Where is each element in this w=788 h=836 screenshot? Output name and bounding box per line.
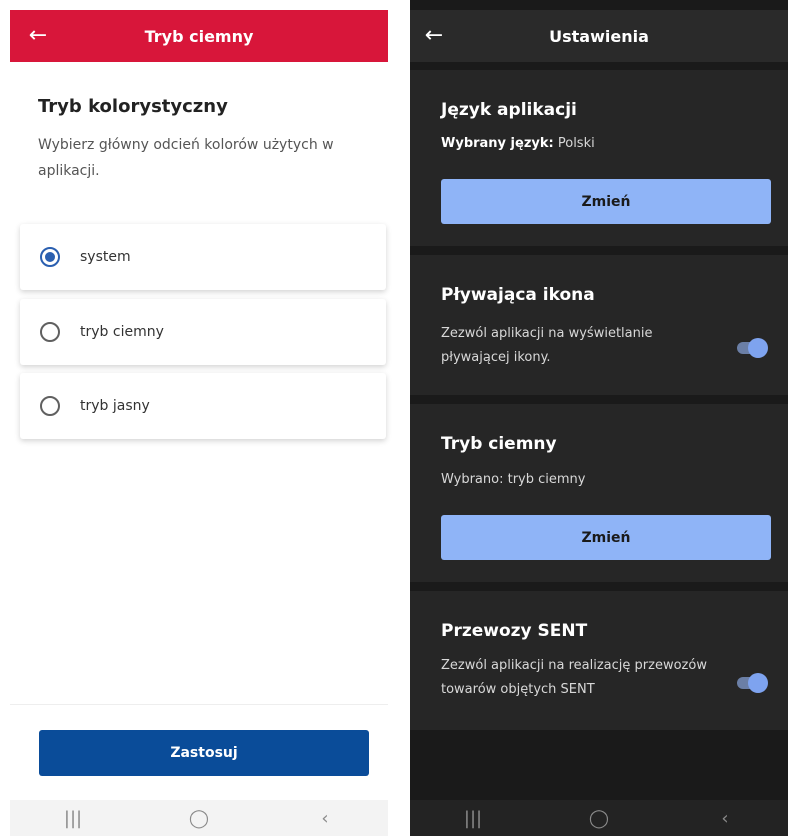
option-dark[interactable]: tryb ciemny (20, 299, 386, 365)
card-title: Przewozy SENT (441, 621, 588, 641)
apply-button[interactable]: Zastosuj (39, 730, 369, 776)
dark-mode-screen: ← Tryb ciemny Tryb kolorystyczny Wybierz… (0, 0, 400, 836)
floating-icon-toggle[interactable] (737, 338, 768, 358)
home-icon[interactable]: ◯ (169, 808, 229, 829)
color-mode-panel: Tryb kolorystyczny Wybierz główny odcień… (10, 62, 388, 704)
floating-icon-card: Pływająca ikona Zezwól aplikacji na wyśw… (410, 255, 788, 395)
radio-unselected-icon[interactable] (40, 322, 60, 342)
app-header: ← Ustawienia (410, 10, 788, 62)
dark-mode-selection: Wybrano: tryb ciemny (441, 468, 585, 492)
toggle-knob (748, 338, 768, 358)
card-description: Zezwól aplikacji na realizację przewozów… (441, 658, 707, 697)
language-card: Język aplikacji Wybrany język: Polski Zm… (410, 70, 788, 246)
radio-unselected-icon[interactable] (40, 396, 60, 416)
change-language-button[interactable]: Zmień (441, 179, 771, 224)
card-description: Zezwól aplikacji na wyświetlanie pływają… (441, 326, 653, 365)
toggle-knob (748, 673, 768, 693)
option-label: system (80, 249, 131, 265)
option-system[interactable]: system (20, 224, 386, 290)
back-icon[interactable]: ‹ (695, 808, 755, 829)
home-icon[interactable]: ◯ (569, 808, 629, 829)
system-navbar: ||| ◯ ‹ (410, 800, 788, 836)
selected-value: Polski (557, 136, 595, 151)
back-icon[interactable]: ‹ (295, 808, 355, 829)
page-title: Tryb ciemny (144, 26, 254, 46)
radio-selected-icon[interactable] (40, 247, 60, 267)
selected-label: Wybrany język: (441, 136, 554, 151)
option-label: tryb ciemny (80, 324, 164, 340)
system-navbar: ||| ◯ ‹ (10, 800, 388, 836)
change-dark-mode-button[interactable]: Zmień (441, 515, 771, 560)
language-selection: Wybrany język: Polski (441, 132, 595, 156)
option-label: tryb jasny (80, 398, 150, 414)
selected-value: tryb ciemny (507, 472, 586, 487)
settings-screen: ← Ustawienia Język aplikacji Wybrany jęz… (410, 0, 788, 836)
recents-icon[interactable]: ||| (443, 808, 503, 829)
card-title: Język aplikacji (441, 100, 577, 120)
sent-card: Przewozy SENT Zezwól aplikacji na realiz… (410, 591, 788, 730)
selected-label: Wybrano: (441, 472, 504, 487)
footer: Zastosuj (10, 704, 388, 800)
card-title: Tryb ciemny (441, 434, 557, 454)
section-title: Tryb kolorystyczny (38, 96, 228, 117)
card-title: Pływająca ikona (441, 285, 595, 305)
page-title: Ustawienia (549, 26, 649, 46)
dark-mode-card: Tryb ciemny Wybrano: tryb ciemny Zmień (410, 404, 788, 582)
recents-icon[interactable]: ||| (43, 808, 103, 829)
app-header: ← Tryb ciemny (10, 10, 388, 62)
option-light[interactable]: tryb jasny (20, 373, 386, 439)
section-description: Wybierz główny odcień kolorów użytych w … (38, 137, 334, 179)
sent-toggle[interactable] (737, 673, 768, 693)
